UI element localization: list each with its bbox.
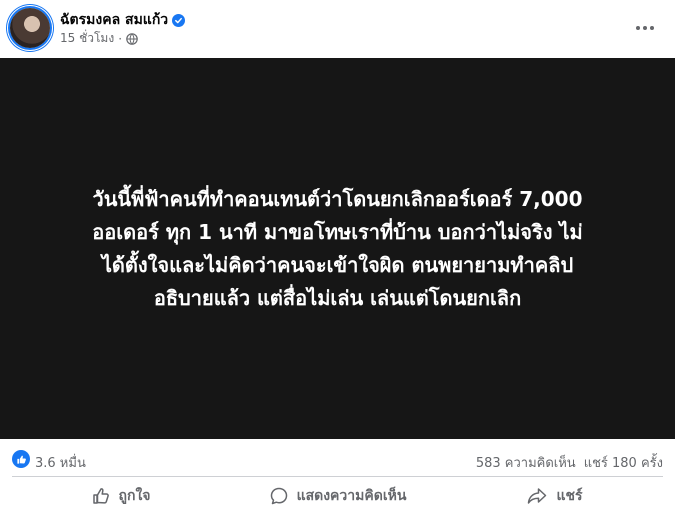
verified-badge-icon bbox=[172, 13, 186, 27]
action-bar: ถูกใจ แสดงความคิดเห็น แชร์ bbox=[12, 478, 663, 514]
post-header: ฉัตรมงคล สมแก้ว 15 ชั่วโมง · bbox=[0, 0, 675, 58]
avatar[interactable] bbox=[10, 8, 50, 48]
divider bbox=[12, 476, 663, 477]
like-icon bbox=[91, 486, 111, 506]
post-time[interactable]: 15 ชั่วโมง bbox=[60, 29, 114, 48]
post-stats: 3.6 หมื่น 583 ความคิดเห็น แชร์ 180 ครั้ง bbox=[0, 446, 675, 474]
reaction-count[interactable]: 3.6 หมื่น bbox=[35, 452, 86, 473]
post-meta: 15 ชั่วโมง · bbox=[60, 29, 138, 48]
media-text: วันนี้พี่ฟ้าคนที่ทำคอนเทนต์ว่าโดนยกเลิกอ… bbox=[92, 186, 583, 310]
share-label: แชร์ bbox=[556, 488, 583, 504]
globe-icon bbox=[126, 32, 138, 45]
comment-icon bbox=[269, 486, 289, 506]
author-row: ฉัตรมงคล สมแก้ว bbox=[60, 9, 186, 31]
comment-label: แสดงความคิดเห็น bbox=[296, 488, 407, 504]
meta-separator: · bbox=[118, 31, 123, 46]
share-button[interactable]: แชร์ bbox=[446, 478, 663, 514]
more-options-icon[interactable] bbox=[631, 14, 659, 42]
like-reaction-icon[interactable] bbox=[12, 450, 30, 468]
comment-button[interactable]: แสดงความคิดเห็น bbox=[229, 478, 446, 514]
engagement-counts: 583 ความคิดเห็น แชร์ 180 ครั้ง bbox=[476, 452, 663, 473]
share-icon bbox=[526, 486, 548, 506]
share-count[interactable]: แชร์ 180 ครั้ง bbox=[584, 452, 663, 473]
like-button[interactable]: ถูกใจ bbox=[12, 478, 229, 514]
author-name[interactable]: ฉัตรมงคล สมแก้ว bbox=[60, 9, 168, 31]
comment-count[interactable]: 583 ความคิดเห็น bbox=[476, 452, 576, 473]
like-label: ถูกใจ bbox=[118, 488, 151, 504]
post-media[interactable]: วันนี้พี่ฟ้าคนที่ทำคอนเทนต์ว่าโดนยกเลิกอ… bbox=[0, 58, 675, 439]
